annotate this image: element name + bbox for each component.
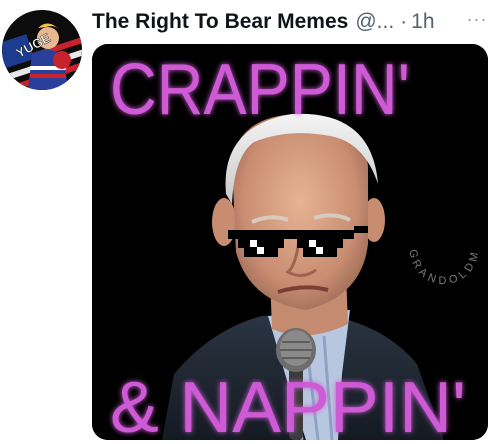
meme-top-text: CRAPPIN' [110, 50, 410, 130]
avatar[interactable]: YUGE [2, 10, 82, 90]
user-handle[interactable]: @... [355, 6, 394, 38]
timestamp[interactable]: 1h [411, 6, 434, 38]
display-name[interactable]: The Right To Bear Memes [92, 6, 348, 38]
tweet[interactable]: YUGE The Right To Bear Memes @... · 1h ·… [0, 0, 500, 444]
separator-dot: · [400, 10, 408, 33]
meme-bottom-text: & NAPPIN' [110, 368, 466, 440]
more-options-icon[interactable]: ··· [464, 6, 490, 38]
tweet-image[interactable]: CRAPPIN' GRANDOLDMEMES & NAPPIN' [92, 44, 488, 440]
tweet-header: The Right To Bear Memes @... · 1h ··· [92, 6, 490, 38]
